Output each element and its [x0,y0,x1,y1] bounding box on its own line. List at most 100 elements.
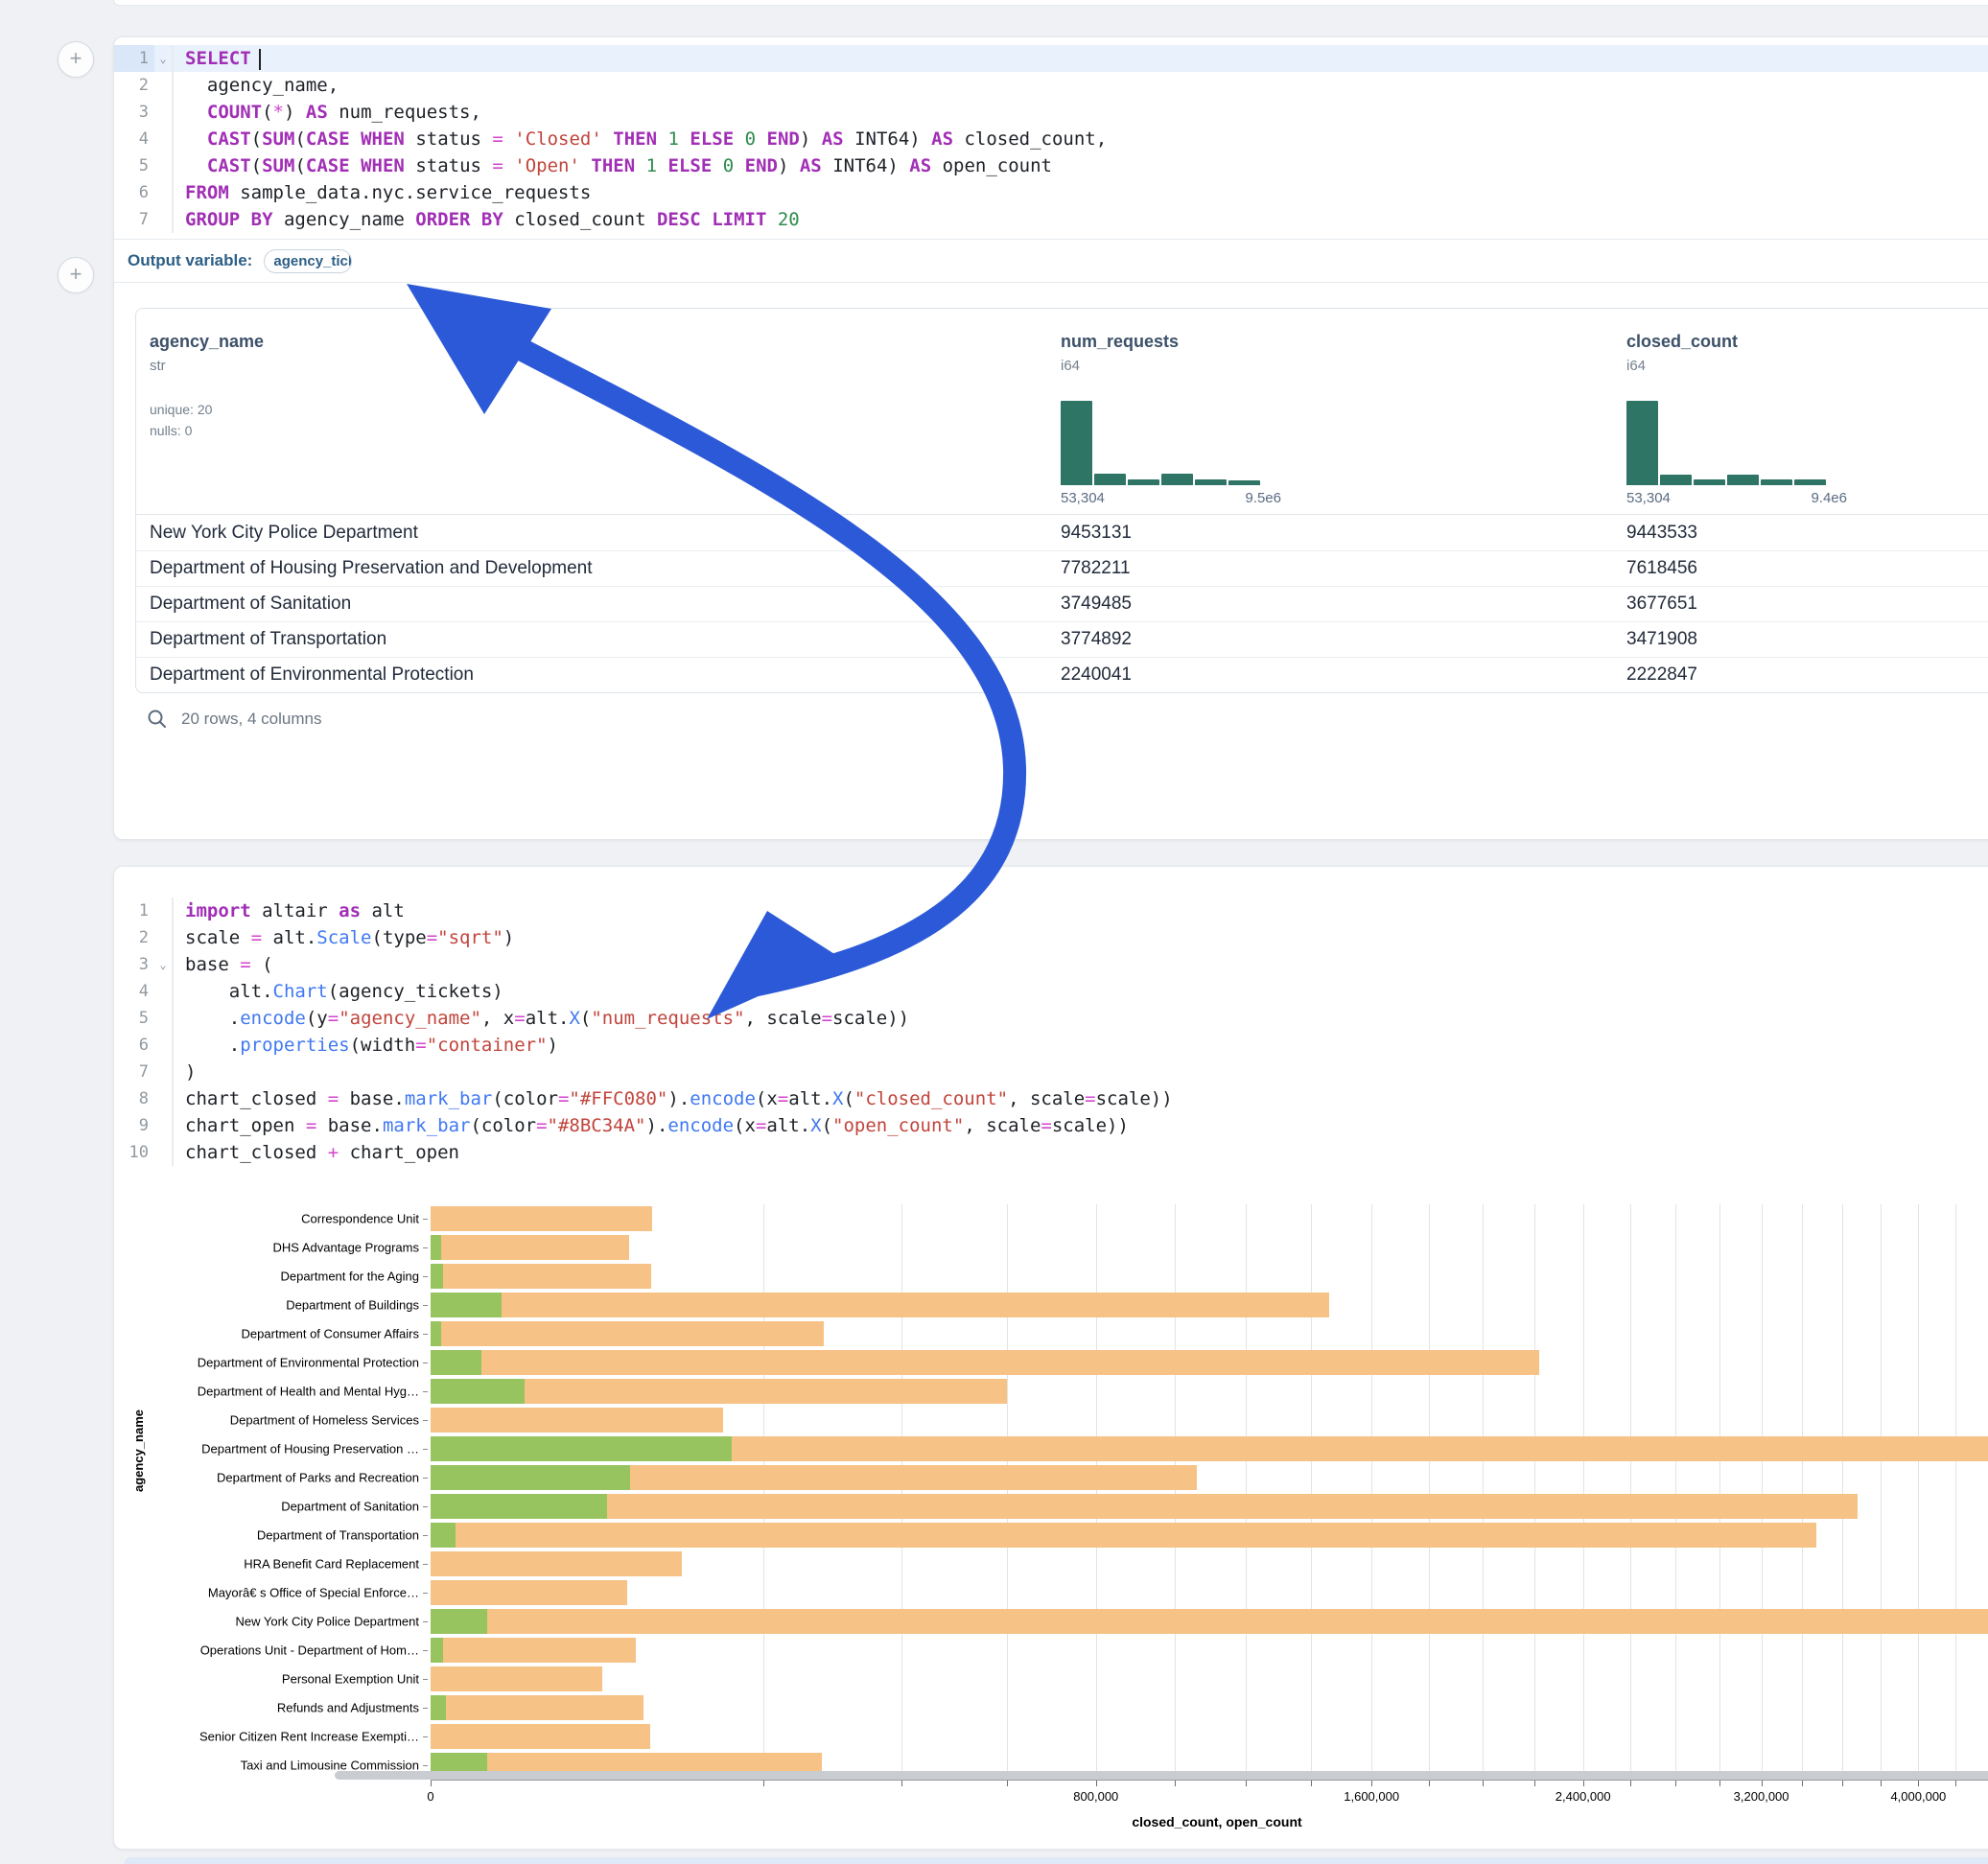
line-number: 6 [114,1032,154,1059]
closed-count-bar[interactable] [431,1235,629,1260]
line-number: 1 [114,45,154,72]
closed-count-bar[interactable] [431,1695,643,1720]
horizontal-scrollbar[interactable] [335,1771,1988,1780]
table-row[interactable]: New York City Police Department945313194… [136,515,1988,550]
closed-count-bar[interactable] [431,1321,824,1346]
table-row[interactable]: Department of Sanitation37494853677651 [136,586,1988,621]
dataframe-footer: 20 rows, 4 columns [147,709,1988,730]
chart-bar-row: Mayorâ€ s Office of Special Enforce… [114,1578,1988,1607]
next-cell-edge [125,1857,1988,1864]
closed-count-bar[interactable] [431,1580,627,1605]
code-line[interactable]: 10chart_closed + chart_open [114,1139,1988,1166]
code-text: FROM sample_data.nyc.service_requests [185,179,591,206]
closed-count-bar[interactable] [431,1206,652,1231]
table-row[interactable]: Department of Transportation377489234719… [136,621,1988,657]
closed-count-bar[interactable] [431,1666,602,1691]
code-line[interactable]: 2scale = alt.Scale(type="sqrt") [114,924,1988,951]
code-line[interactable]: 1⌄SELECT [114,45,1988,72]
code-line[interactable]: 7) [114,1059,1988,1085]
code-text: scale = alt.Scale(type="sqrt") [185,924,514,951]
open-count-bar[interactable] [431,1264,443,1289]
add-cell-button-top[interactable]: + [58,41,94,78]
code-line[interactable]: 8chart_closed = base.mark_bar(color="#FF… [114,1085,1988,1112]
y-axis-label: Mayorâ€ s Office of Special Enforce… [114,1586,419,1600]
code-line[interactable]: 2 agency_name, [114,72,1988,99]
y-axis-label: Department of Consumer Affairs [114,1327,419,1341]
y-axis-label: Department for the Aging [114,1270,419,1284]
code-line[interactable]: 4 CAST(SUM(CASE WHEN status = 'Closed' T… [114,126,1988,152]
line-number: 1 [114,897,154,924]
closed-count-bar[interactable] [431,1551,682,1576]
code-line[interactable]: 5 .encode(y="agency_name", x=alt.X("num_… [114,1005,1988,1032]
closed-count-bar[interactable] [431,1350,1539,1375]
code-line[interactable]: 6 .properties(width="container") [114,1032,1988,1059]
code-line[interactable]: 7GROUP BY agency_name ORDER BY closed_co… [114,206,1988,233]
line-number: 7 [114,1059,154,1085]
code-text: import altair as alt [185,897,405,924]
code-text: .properties(width="container") [185,1032,558,1059]
open-count-bar[interactable] [431,1695,446,1720]
chart-bar-row: DHS Advantage Programs [114,1233,1988,1262]
y-axis-label: Department of Environmental Protection [114,1356,419,1370]
closed-count-bar[interactable] [431,1724,650,1749]
fold-spacer [154,1112,172,1139]
line-number: 4 [114,126,154,152]
fold-spacer [154,179,172,206]
open-count-bar[interactable] [431,1494,607,1519]
chart-bar-row: Department of Environmental Protection [114,1348,1988,1377]
python-code-editor[interactable]: 1 import altair as alt2scale = alt.Scale(… [114,867,1988,1172]
chart-bar-row: Department of Transportation [114,1521,1988,1549]
y-axis-label: Refunds and Adjustments [114,1701,419,1715]
closed-count-bar[interactable] [431,1494,1858,1519]
chart-bar-row: Department of Parks and Recreation [114,1463,1988,1492]
code-line[interactable]: 5 CAST(SUM(CASE WHEN status = 'Open' THE… [114,152,1988,179]
code-text: GROUP BY agency_name ORDER BY closed_cou… [185,206,800,233]
open-count-bar[interactable] [431,1609,487,1634]
chart-bar-row: Department for the Aging [114,1262,1988,1291]
code-line[interactable]: 4 alt.Chart(agency_tickets) [114,978,1988,1005]
chart-bar-row: Department of Buildings [114,1291,1988,1319]
fold-spacer [154,126,172,152]
column-header-closed_count[interactable]: closed_counti6453,3049.4e6 [1613,332,1988,506]
y-axis-label: Department of Parks and Recreation [114,1471,419,1485]
fold-chevron-icon[interactable]: ⌄ [154,45,172,72]
open-count-bar[interactable] [431,1321,441,1346]
table-row[interactable]: Department of Environmental Protection22… [136,657,1988,692]
search-icon[interactable] [147,709,168,730]
code-line[interactable]: 6FROM sample_data.nyc.service_requests [114,179,1988,206]
line-number: 3 [114,951,154,978]
open-count-bar[interactable] [431,1293,502,1317]
column-histogram [1626,401,1826,485]
row-column-count: 20 rows, 4 columns [181,710,321,729]
x-axis-tick-label: 3,200,000 [1734,1789,1789,1804]
output-variable-pill[interactable]: agency_tickets [264,249,352,273]
code-line[interactable]: 1 import altair as alt [114,897,1988,924]
output-variable-row: Output variable: agency_tickets [114,240,1988,282]
fold-chevron-icon[interactable]: ⌄ [154,951,172,978]
open-count-bar[interactable] [431,1436,732,1461]
open-count-bar[interactable] [431,1465,630,1490]
closed-count-bar[interactable] [431,1609,1988,1634]
chart-x-axis-title: closed_count, open_count [431,1814,1988,1829]
closed-count-bar[interactable] [431,1293,1329,1317]
add-cell-button-middle[interactable]: + [58,257,94,293]
closed-count-bar[interactable] [431,1523,1816,1548]
line-number: 5 [114,152,154,179]
code-line[interactable]: 9chart_open = base.mark_bar(color="#8BC3… [114,1112,1988,1139]
open-count-bar[interactable] [431,1638,443,1663]
closed-count-bar[interactable] [431,1408,723,1433]
text-cursor [259,49,261,70]
column-header-num_requests[interactable]: num_requestsi6453,3049.5e6 [1047,332,1613,506]
sql-code-editor[interactable]: 1⌄SELECT2 agency_name,3 COUNT(*) AS num_… [114,37,1988,239]
closed-count-bar[interactable] [431,1264,651,1289]
open-count-bar[interactable] [431,1235,441,1260]
table-row[interactable]: Department of Housing Preservation and D… [136,550,1988,586]
code-line[interactable]: 3⌄base = ( [114,951,1988,978]
open-count-bar[interactable] [431,1379,525,1404]
open-count-bar[interactable] [431,1523,456,1548]
closed-count-bar[interactable] [431,1638,636,1663]
column-header-agency_name[interactable]: agency_namestrunique: 20nulls: 0 [136,332,1047,506]
fold-spacer [154,206,172,233]
open-count-bar[interactable] [431,1350,481,1375]
code-line[interactable]: 3 COUNT(*) AS num_requests, [114,99,1988,126]
